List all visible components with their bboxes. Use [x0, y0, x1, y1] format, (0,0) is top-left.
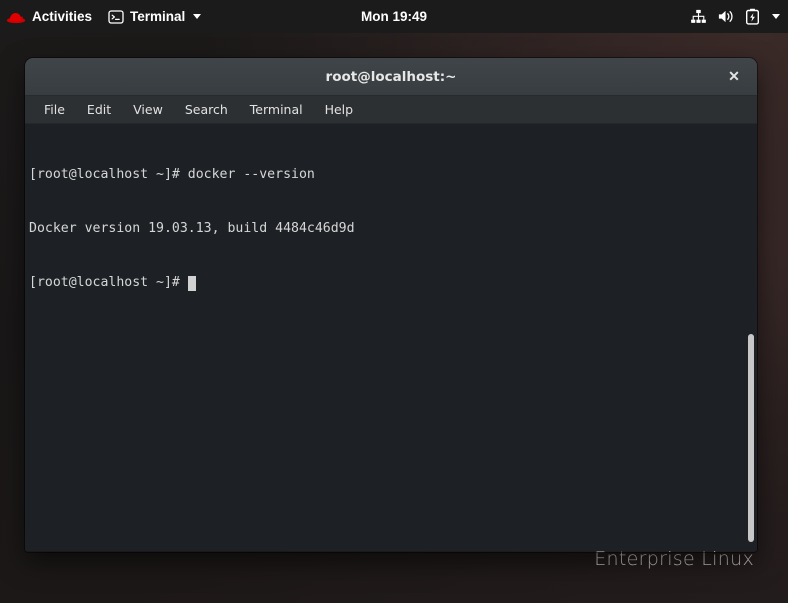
- activities-button[interactable]: Activities: [0, 0, 100, 33]
- battery-charging-icon: [745, 8, 760, 25]
- terminal-prompt-line: [root@localhost ~]#: [29, 274, 757, 292]
- chevron-down-icon: [193, 14, 202, 19]
- red-hat-logo-icon: [6, 9, 26, 25]
- menu-item-view[interactable]: View: [124, 99, 172, 120]
- scrollbar-thumb[interactable]: [748, 334, 754, 542]
- top-bar-left-group: Activities Terminal: [0, 0, 209, 33]
- window-titlebar[interactable]: root@localhost:~ ✕: [25, 58, 757, 96]
- menu-item-help[interactable]: Help: [316, 99, 363, 120]
- network-wired-icon: [690, 8, 707, 25]
- terminal-prompt: [root@localhost ~]#: [29, 275, 188, 290]
- chevron-down-icon: [772, 14, 780, 19]
- terminal-line: [root@localhost ~]# docker --version: [29, 167, 315, 182]
- terminal-output: [root@localhost ~]# docker --version Doc…: [29, 130, 757, 328]
- activities-label: Activities: [32, 9, 93, 24]
- system-status-area[interactable]: [690, 0, 780, 33]
- app-menu-button[interactable]: Terminal: [100, 0, 209, 33]
- terminal-icon: [108, 9, 124, 25]
- menu-item-edit[interactable]: Edit: [78, 99, 120, 120]
- menu-item-terminal[interactable]: Terminal: [241, 99, 312, 120]
- terminal-window[interactable]: root@localhost:~ ✕ File Edit View Search…: [25, 58, 757, 552]
- gnome-top-bar: Activities Terminal Mon 19:49: [0, 0, 788, 33]
- vertical-scrollbar[interactable]: [745, 124, 757, 551]
- menu-item-search[interactable]: Search: [176, 99, 237, 120]
- clock-label: Mon 19:49: [360, 9, 428, 24]
- app-menu-label: Terminal: [130, 9, 186, 24]
- terminal-line: Docker version 19.03.13, build 4484c46d9…: [29, 221, 355, 236]
- menu-item-file[interactable]: File: [35, 99, 74, 120]
- close-icon[interactable]: ✕: [721, 64, 747, 90]
- volume-up-icon: [717, 8, 735, 25]
- terminal-body[interactable]: [root@localhost ~]# docker --version Doc…: [25, 124, 757, 551]
- block-cursor-icon: [187, 275, 196, 291]
- window-title: root@localhost:~: [325, 68, 457, 85]
- menu-bar[interactable]: File Edit View Search Terminal Help: [25, 96, 757, 124]
